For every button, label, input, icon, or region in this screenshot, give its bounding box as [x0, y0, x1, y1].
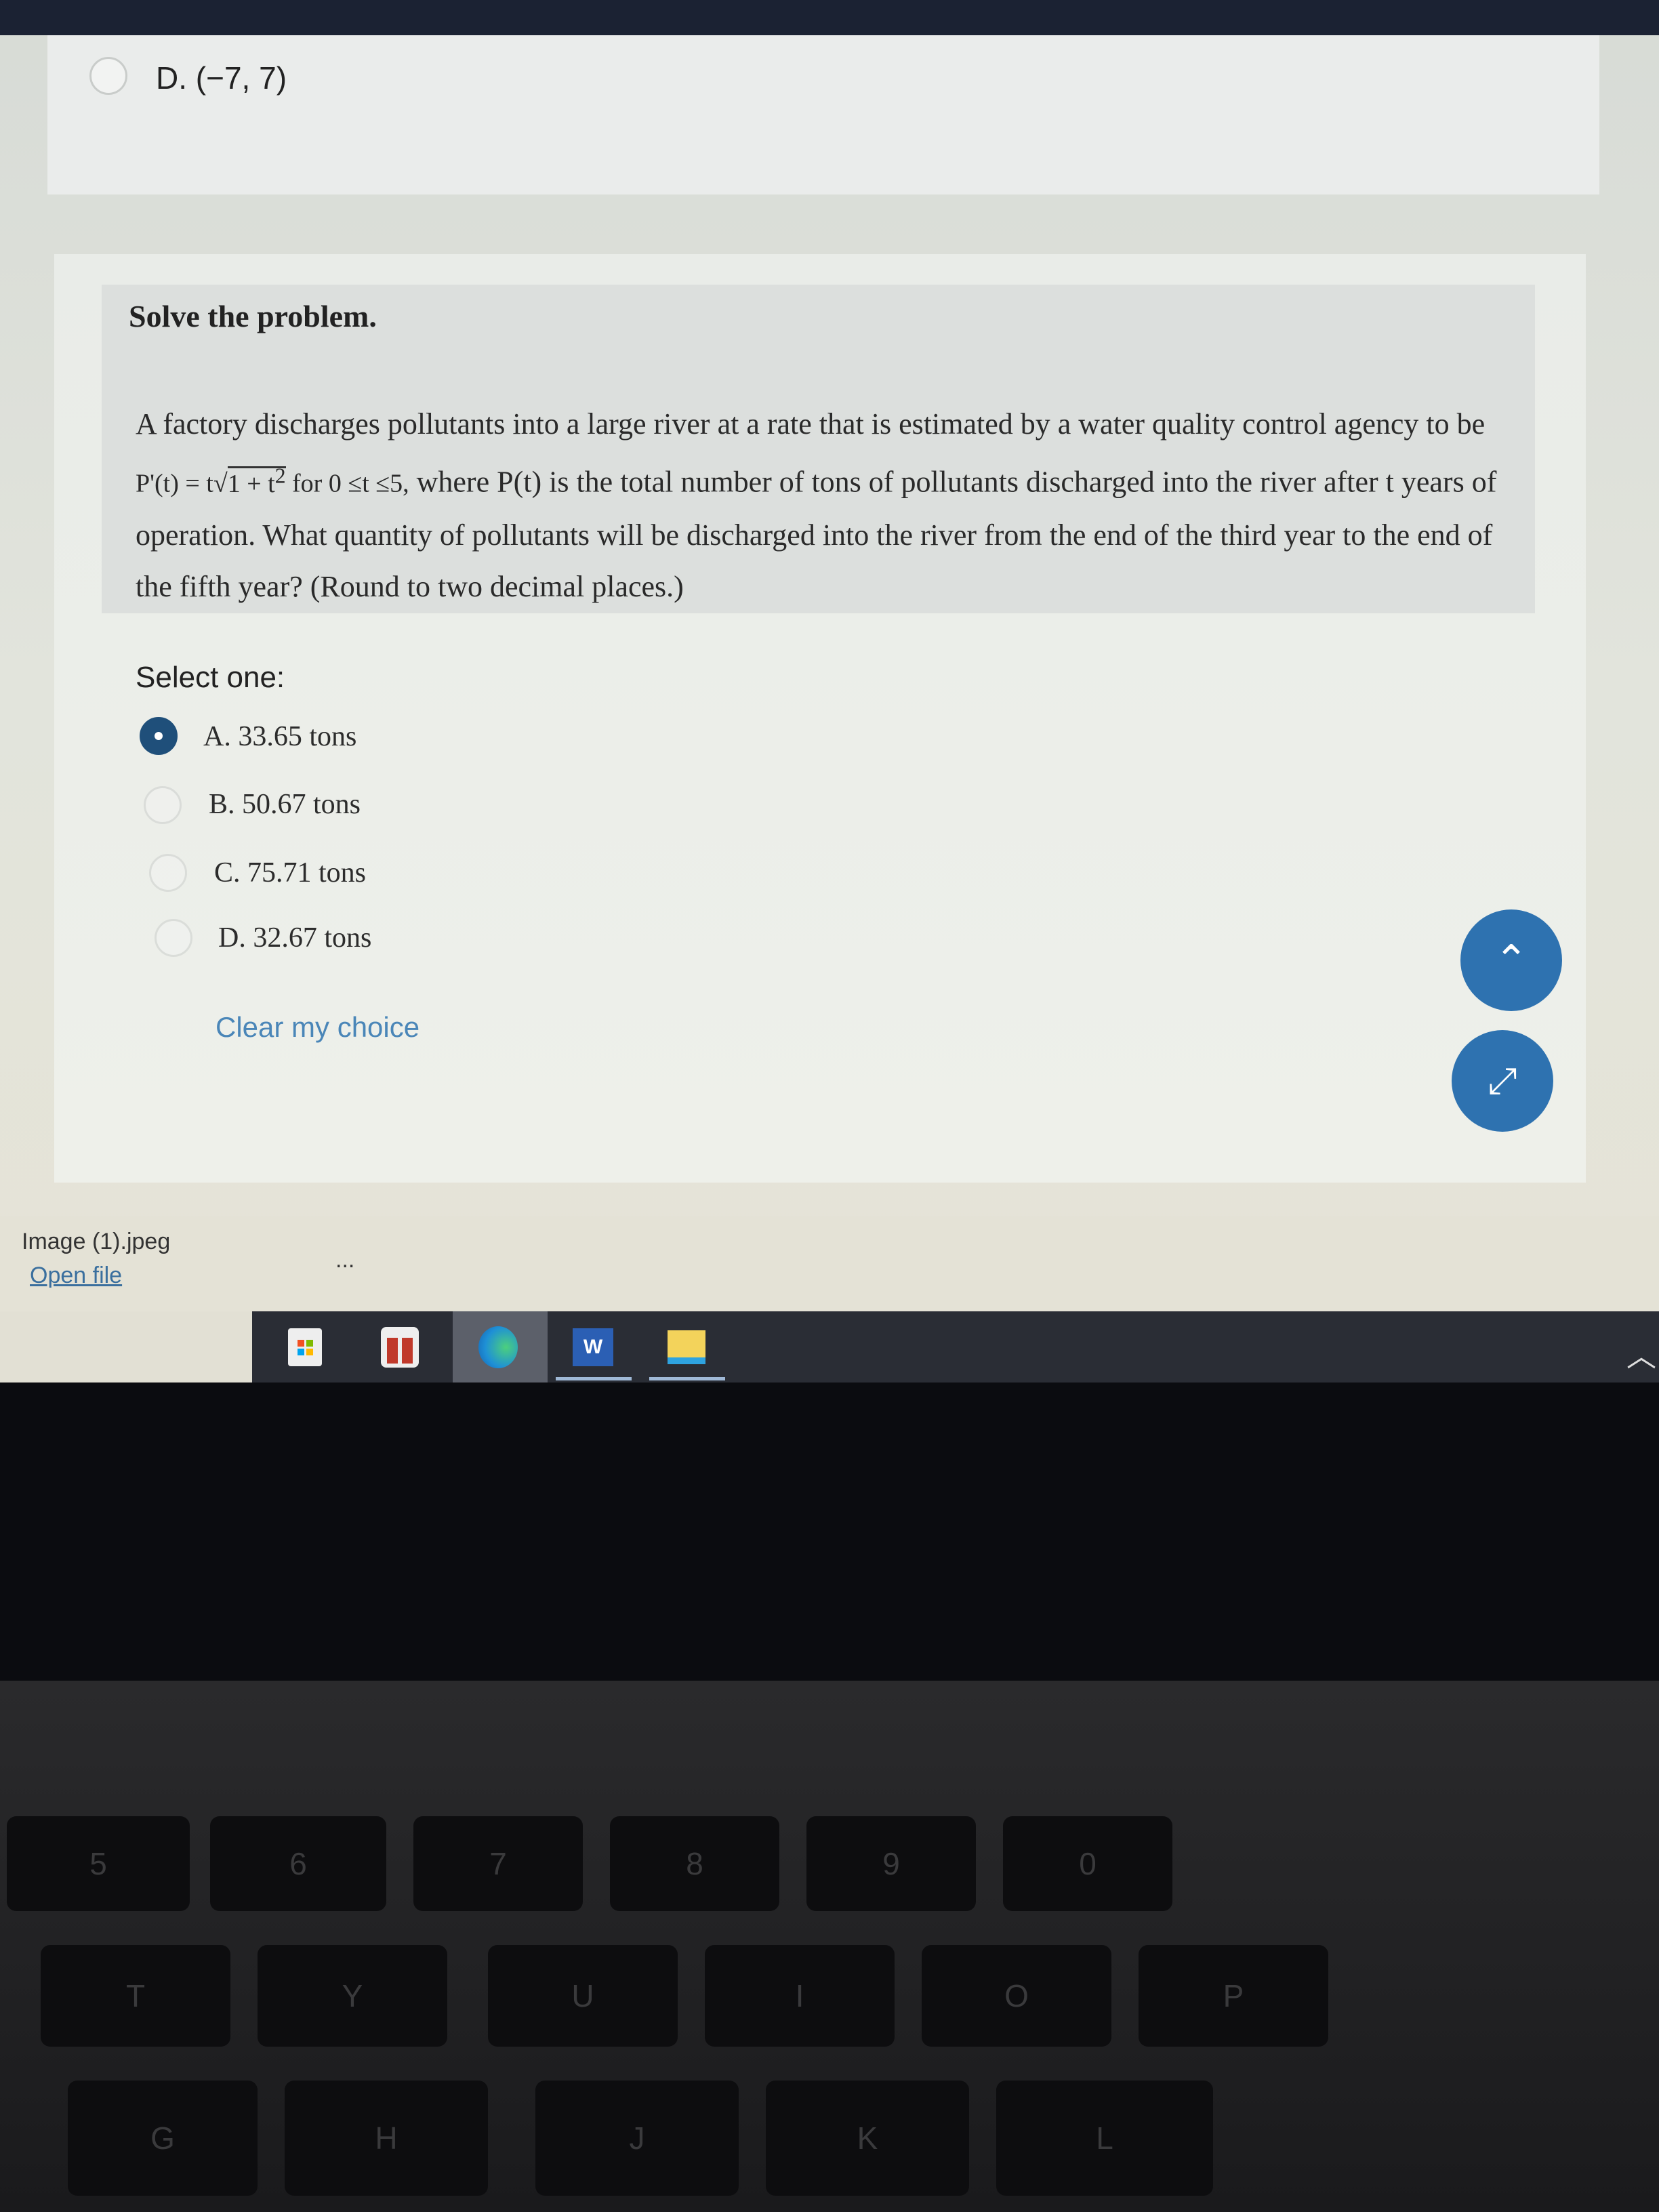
expand-arrows-icon: ⤢ [1488, 1059, 1517, 1102]
browser-top-bar [0, 0, 1659, 35]
formula: P'(t) = t√1 + t2 for 0 ≤t ≤5, [136, 464, 409, 498]
question-text-part1: A factory discharges pollutants into a l… [136, 407, 1486, 441]
screen: D. (−7, 7) Solve the problem. A factory … [0, 0, 1659, 1382]
key-j: J [535, 2081, 739, 2196]
show-hidden-icons-chevron-icon[interactable]: ︿ [1626, 1332, 1656, 1375]
key-i: I [705, 1945, 895, 2047]
clear-choice-link[interactable]: Clear my choice [216, 1011, 419, 1044]
key-9: 9 [806, 1816, 976, 1911]
radio-option-c[interactable] [149, 854, 187, 892]
key-l: L [996, 2081, 1213, 2196]
chevron-up-icon: ⌃ [1494, 937, 1529, 984]
download-bar [0, 1216, 1659, 1311]
key-t: T [41, 1945, 230, 2047]
open-file-link[interactable]: Open file [30, 1263, 122, 1289]
file-explorer-icon[interactable] [663, 1325, 710, 1370]
select-one-label: Select one: [136, 661, 285, 694]
laptop-keyboard: 5 6 7 8 9 0 T Y U I O P G H J K L [0, 1681, 1659, 2212]
explorer-running-indicator [649, 1377, 725, 1380]
download-file-name: Image (1).jpeg [22, 1229, 171, 1254]
option-b-label[interactable]: B. 50.67 tons [209, 788, 361, 821]
taskbar-left-area [0, 1311, 252, 1382]
radio-option-a[interactable] [140, 717, 178, 755]
gift-icon[interactable] [376, 1325, 424, 1370]
key-0: 0 [1003, 1816, 1172, 1911]
key-k: K [766, 2081, 969, 2196]
option-c-label[interactable]: C. 75.71 tons [214, 857, 366, 889]
key-h: H [285, 2081, 488, 2196]
option-a-label[interactable]: A. 33.65 tons [203, 720, 356, 753]
key-o: O [922, 1945, 1111, 2047]
formula-lhs: P'(t) = t [136, 469, 213, 498]
radio-previous-d[interactable] [89, 57, 127, 95]
key-5: 5 [7, 1816, 190, 1911]
formula-exponent: 2 [274, 464, 286, 487]
expand-button[interactable]: ⤢ [1452, 1030, 1553, 1132]
key-p: P [1139, 1945, 1328, 2047]
key-6: 6 [210, 1816, 386, 1911]
more-options-button[interactable]: ... [335, 1247, 354, 1273]
question-text: A factory discharges pollutants into a l… [136, 398, 1504, 613]
word-running-indicator [556, 1377, 632, 1380]
formula-radical: 1 + t2 [227, 464, 286, 498]
microsoft-store-icon[interactable] [281, 1325, 329, 1370]
key-g: G [68, 2081, 258, 2196]
scroll-up-button[interactable]: ⌃ [1460, 909, 1562, 1011]
previous-option-d: D. (−7, 7) [156, 60, 287, 96]
option-d-label[interactable]: D. 32.67 tons [218, 922, 371, 954]
formula-radicand: 1 + t [227, 469, 275, 498]
key-y: Y [258, 1945, 447, 2047]
key-u: U [488, 1945, 678, 2047]
word-icon[interactable]: W [569, 1325, 617, 1370]
formula-domain: for 0 ≤t ≤5, [285, 469, 409, 498]
edge-icon[interactable] [474, 1325, 522, 1370]
radio-option-b[interactable] [144, 786, 182, 824]
key-7: 7 [413, 1816, 583, 1911]
radio-option-d[interactable] [155, 919, 192, 957]
key-8: 8 [610, 1816, 779, 1911]
question-title: Solve the problem. [129, 299, 377, 333]
